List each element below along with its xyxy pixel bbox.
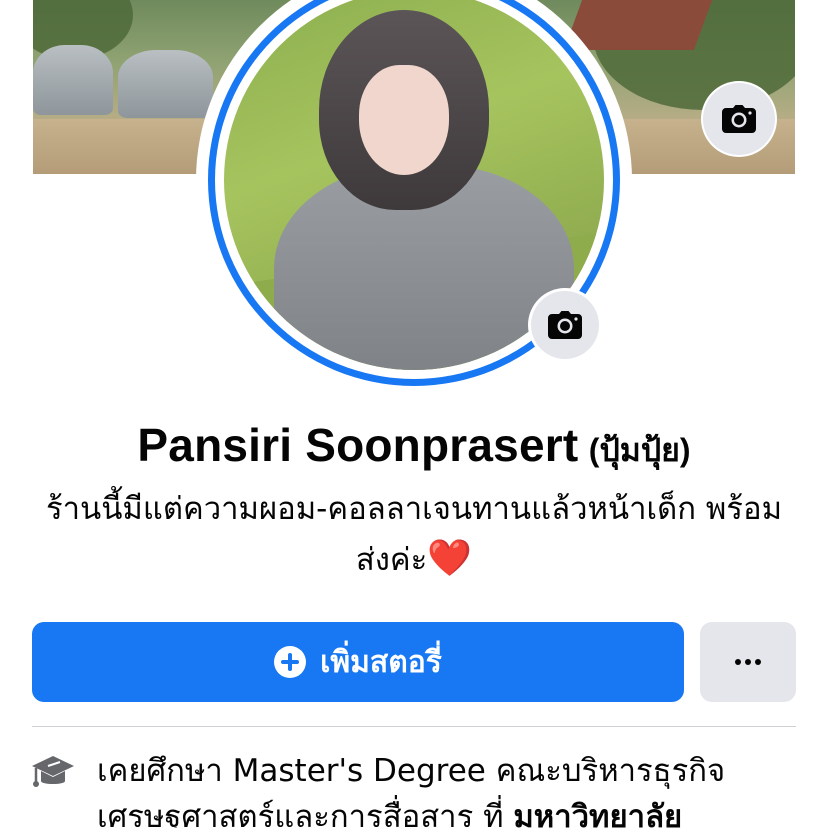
more-dots-icon bbox=[735, 659, 761, 665]
graduation-cap-icon bbox=[32, 756, 74, 787]
profile-alternate-name: (ปุ้มปุ้ย) bbox=[588, 432, 691, 468]
add-story-button[interactable]: เพิ่มสตอรี่ bbox=[32, 622, 684, 702]
profile-name-row: Pansiri Soonprasert (ปุ้มปุ้ย) bbox=[0, 418, 828, 476]
profile-name: Pansiri Soonprasert bbox=[137, 419, 579, 471]
bio-text: ร้านนี้มีแต่ความผอม-คอลลาเจนทานแล้วหน้าเ… bbox=[45, 491, 783, 578]
more-options-button[interactable] bbox=[700, 622, 796, 702]
education-school-link[interactable]: มหาวิทยาลัย bbox=[513, 799, 682, 828]
divider bbox=[32, 726, 796, 727]
education-info: เคยศึกษา Master's Degree คณะบริหารธุรกิจ… bbox=[97, 748, 797, 828]
cover-camera-button[interactable] bbox=[703, 83, 775, 155]
camera-icon bbox=[722, 105, 756, 133]
add-story-label: เพิ่มสตอรี่ bbox=[320, 644, 442, 680]
profile-bio: ร้านนี้มีแต่ความผอม-คอลลาเจนทานแล้วหน้าเ… bbox=[30, 484, 798, 585]
profile-page: Pansiri Soonprasert (ปุ้มปุ้ย) ร้านนี้มี… bbox=[0, 0, 828, 828]
heart-emoji-icon: ❤️ bbox=[427, 538, 473, 579]
profile-camera-button[interactable] bbox=[531, 291, 599, 359]
camera-icon bbox=[548, 311, 582, 339]
plus-circle-icon bbox=[274, 646, 307, 678]
